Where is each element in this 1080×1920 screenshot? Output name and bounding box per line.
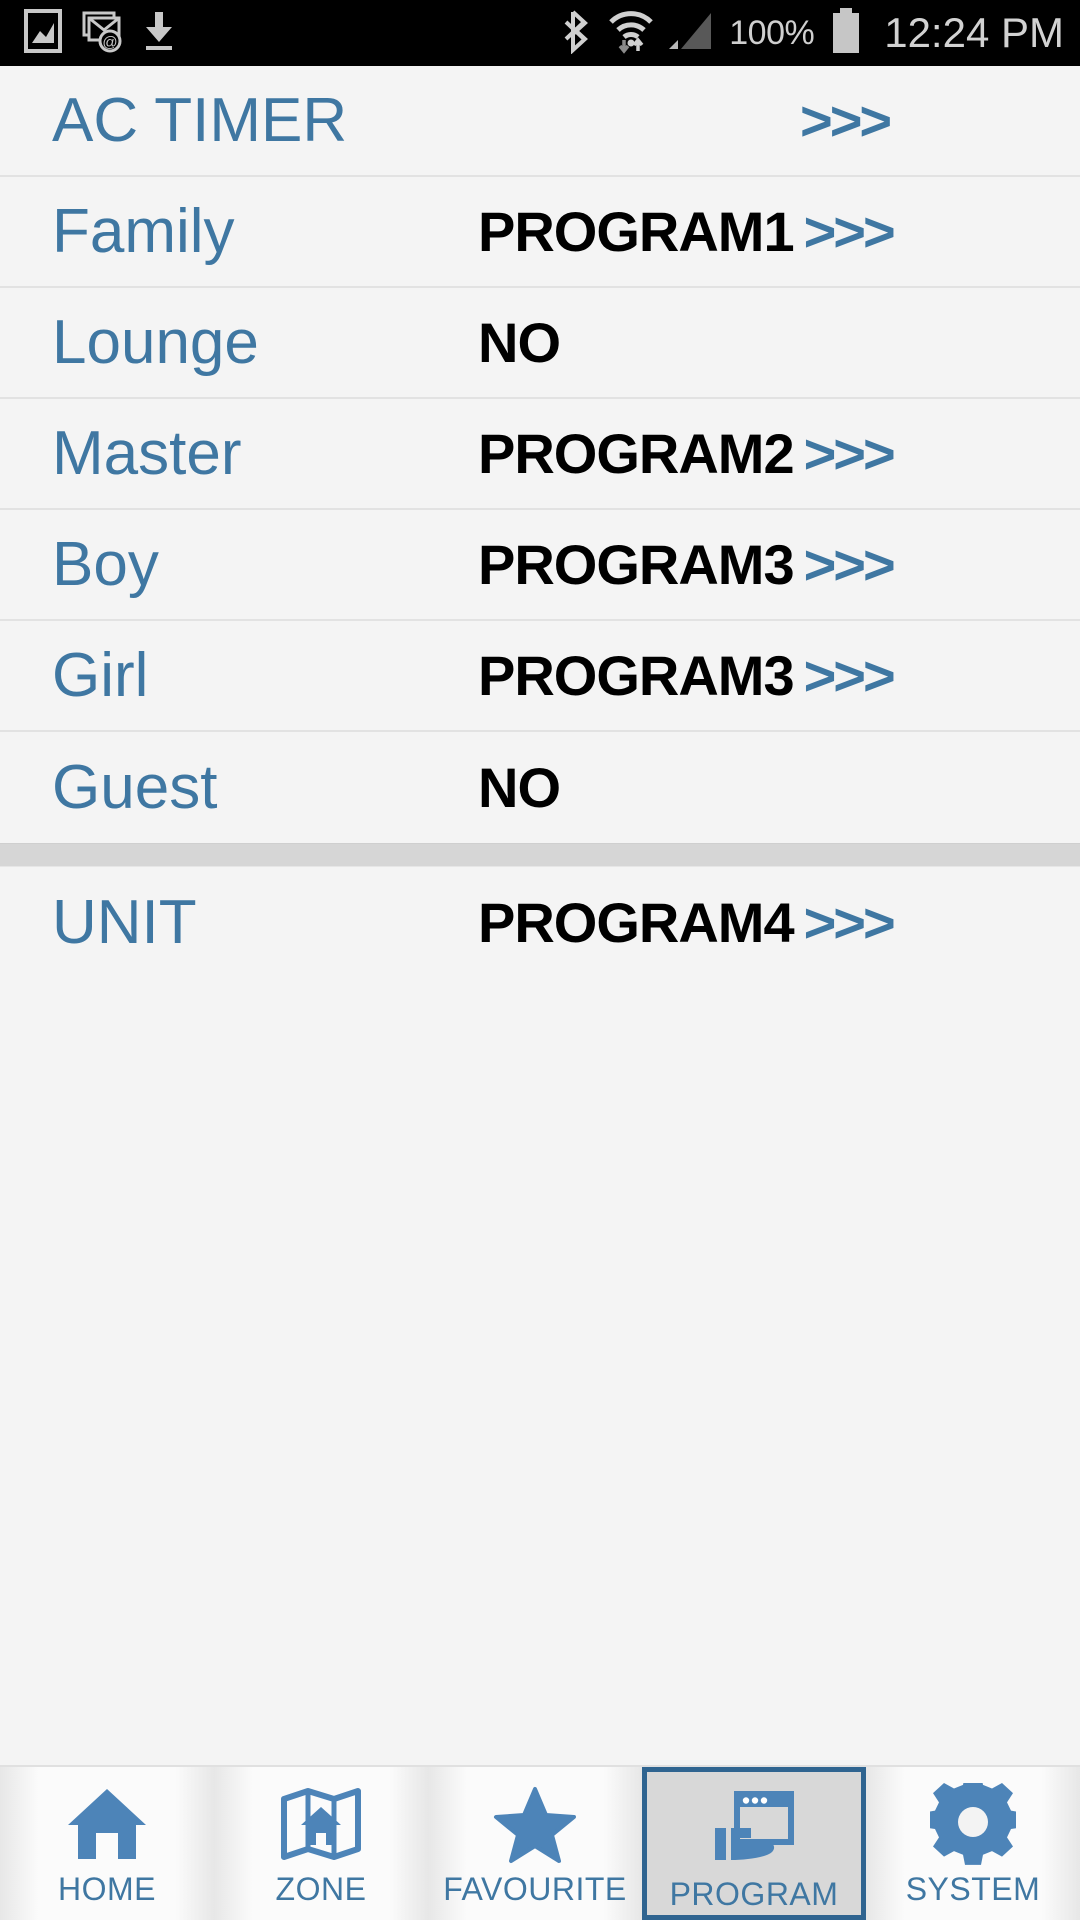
row-right: PROGRAM1 >>>: [478, 199, 896, 264]
empty-list-space: [0, 978, 1080, 1578]
app-screen: @ 100% 12:24 PM AC TIMER >>> Family PROG…: [0, 0, 1080, 1920]
row-label: UNIT: [52, 888, 197, 957]
row-value: NO: [478, 311, 561, 374]
clock-label: 12:24 PM: [884, 9, 1064, 56]
row-right: PROGRAM3 >>>: [478, 532, 896, 597]
row-value: NO: [478, 756, 561, 819]
row-value: PROGRAM3: [478, 533, 795, 596]
tab-home[interactable]: HOME: [0, 1767, 214, 1920]
map-zone-icon: [278, 1781, 364, 1867]
svg-text:@: @: [102, 34, 117, 51]
row-value: PROGRAM4: [478, 891, 795, 954]
download-icon: [142, 9, 176, 58]
row-chevron-icon[interactable]: >>>: [804, 890, 896, 955]
tab-program[interactable]: PROGRAM: [642, 1767, 866, 1920]
tab-favourite[interactable]: FAVOURITE: [428, 1767, 642, 1920]
row-value: PROGRAM2: [478, 422, 795, 485]
section-divider: [0, 843, 1080, 867]
table-row[interactable]: Guest NO: [0, 732, 1080, 843]
home-icon: [64, 1781, 150, 1867]
row-label: Boy: [52, 530, 159, 599]
ac-timer-title: AC TIMER: [52, 86, 348, 155]
row-right: PROGRAM4 >>>: [478, 890, 896, 955]
table-row[interactable]: Boy PROGRAM3 >>>: [0, 510, 1080, 621]
row-right: PROGRAM3 >>>: [478, 643, 896, 708]
row-label: Guest: [52, 753, 218, 822]
row-value: PROGRAM1: [478, 200, 795, 263]
table-row[interactable]: Family PROGRAM1 >>>: [0, 177, 1080, 288]
row-chevron-icon[interactable]: >>>: [804, 532, 896, 597]
tab-label: HOME: [58, 1871, 156, 1907]
bottom-tab-bar: HOME ZONE FAVOURITE PROGRAM SYSTEM: [0, 1765, 1080, 1920]
row-chevron-icon[interactable]: >>>: [804, 199, 896, 264]
row-label: Master: [52, 419, 242, 488]
row-chevron-icon[interactable]: >>>: [804, 421, 896, 486]
unit-row[interactable]: UNIT PROGRAM4 >>>: [0, 867, 1080, 978]
timer-list: AC TIMER >>> Family PROGRAM1 >>> Lounge …: [0, 66, 1080, 1765]
row-right: NO: [478, 755, 570, 820]
table-row[interactable]: Lounge NO: [0, 288, 1080, 399]
program-window-hand-icon: [711, 1786, 797, 1872]
battery-percent-label: 100%: [729, 13, 815, 52]
row-label: Family: [52, 197, 235, 266]
status-bar-right-icons: 100% 12:24 PM: [563, 7, 1064, 60]
screenshot-image-icon: [24, 8, 62, 58]
bluetooth-icon: [563, 8, 593, 59]
row-label: Girl: [52, 641, 149, 710]
tab-label: ZONE: [275, 1871, 367, 1907]
ac-timer-header-row[interactable]: AC TIMER >>>: [0, 66, 1080, 177]
battery-icon: [828, 7, 864, 60]
row-right: NO: [478, 310, 570, 375]
row-value: PROGRAM3: [478, 644, 795, 707]
row-chevron-icon[interactable]: >>>: [804, 643, 896, 708]
table-row[interactable]: Girl PROGRAM3 >>>: [0, 621, 1080, 732]
tab-zone[interactable]: ZONE: [214, 1767, 428, 1920]
tab-label: PROGRAM: [669, 1876, 839, 1912]
tab-label: SYSTEM: [905, 1871, 1041, 1907]
row-right: PROGRAM2 >>>: [478, 421, 896, 486]
status-bar: @ 100% 12:24 PM: [0, 0, 1080, 66]
tab-system[interactable]: SYSTEM: [866, 1767, 1080, 1920]
row-label: Lounge: [52, 308, 259, 377]
email-at-icon: @: [80, 9, 124, 58]
status-bar-left-icons: @: [24, 8, 176, 58]
tab-label: FAVOURITE: [443, 1871, 627, 1907]
table-row[interactable]: Master PROGRAM2 >>>: [0, 399, 1080, 510]
ac-timer-chevron-icon[interactable]: >>>: [800, 88, 892, 153]
cellular-signal-icon: [669, 9, 715, 58]
gear-icon: [930, 1781, 1016, 1867]
wifi-icon: [607, 8, 655, 59]
star-icon: [492, 1781, 578, 1867]
